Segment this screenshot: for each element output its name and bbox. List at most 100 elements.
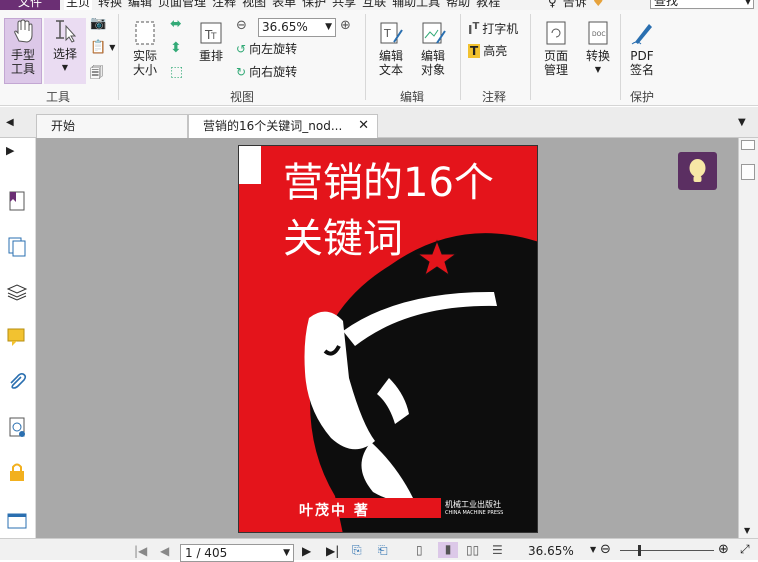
snapshot-button[interactable]: 📷	[90, 16, 106, 31]
bookmark-icon[interactable]	[6, 190, 28, 212]
search-input[interactable]: 查找 ▼	[650, 0, 754, 9]
paperclip-icon[interactable]	[6, 371, 28, 393]
single-page-icon[interactable]: ▯	[416, 543, 423, 557]
menu-comment[interactable]: 注释	[212, 0, 236, 10]
menu-help[interactable]: 帮助	[446, 0, 470, 10]
tab-document[interactable]: 营销的16个关键词_nod... ✕	[188, 114, 378, 138]
fit-width-button[interactable]: ⬍	[170, 40, 182, 56]
insert-page-icon[interactable]: ⎗	[378, 543, 388, 558]
search-placeholder: 查找	[654, 0, 679, 8]
status-zoom-value[interactable]: 36.65%	[528, 544, 574, 558]
hint-button[interactable]	[678, 152, 717, 190]
page-number-input[interactable]: 1 / 405 ▼	[180, 544, 294, 562]
edit-text-label: 编辑 文本	[378, 49, 403, 77]
hand-tool-button[interactable]: 手型 工具	[4, 18, 42, 84]
zoom-slider[interactable]	[620, 545, 714, 556]
continuous-facing-icon[interactable]: ☰	[492, 543, 503, 557]
zoom-out-icon[interactable]: ⊖	[600, 542, 611, 557]
fullscreen-icon[interactable]: ⤢	[740, 542, 750, 557]
last-page-icon[interactable]: ▶|	[326, 544, 339, 558]
zoom-in-icon[interactable]: ⊕	[718, 542, 729, 557]
fit-visible-button[interactable]: ⬚	[170, 64, 183, 80]
pdf-sign-label: PDF 签名	[629, 49, 654, 77]
layers-icon[interactable]	[6, 281, 28, 303]
zoom-out-button[interactable]: ⊖	[236, 18, 247, 33]
tell-me[interactable]: 告诉	[563, 0, 587, 10]
menu-share[interactable]: 共享	[332, 0, 356, 10]
next-page-icon[interactable]: ▶	[302, 544, 311, 558]
edit-text-button[interactable]: T 编辑 文本	[374, 20, 408, 77]
select-tool-label: 选择	[52, 47, 77, 61]
reflow-button[interactable]: TT 重排	[196, 20, 226, 63]
pdf-sign-button[interactable]: PDF 签名	[624, 20, 660, 77]
tab-scroll-left[interactable]: ◀	[6, 117, 14, 128]
zoom-in-button[interactable]: ⊕	[340, 18, 351, 33]
convert-button[interactable]: DOC 转换 ▼	[580, 20, 616, 77]
rotate-right-button[interactable]: ↻ 向右旋转	[236, 63, 297, 80]
highlight-button[interactable]: T 高亮	[468, 42, 507, 59]
menu-right: ♀ 告诉 ♥	[548, 0, 604, 10]
reflow-label: 重排	[198, 49, 223, 63]
select-tool-button[interactable]: 选择 ▼	[44, 18, 86, 84]
prev-page-icon[interactable]: ◀	[160, 544, 169, 558]
cover-author: 叶茂中 著	[299, 503, 370, 519]
first-page-icon[interactable]: |◀	[134, 544, 147, 558]
rotate-right-icon: ↻	[236, 64, 247, 79]
highlight-label: 高亮	[483, 44, 508, 58]
actual-size-label: 实际 大小	[132, 49, 157, 77]
edit-text-icon: T	[380, 22, 403, 44]
fit-visible-icon: ⬚	[170, 64, 184, 80]
lock-icon[interactable]	[6, 461, 28, 483]
pages-icon[interactable]	[6, 236, 28, 258]
scroll-thumb[interactable]	[741, 164, 755, 180]
signature-icon[interactable]	[6, 416, 28, 438]
menu-home[interactable]: 主页	[64, 0, 93, 10]
typewriter-button[interactable]: IT 打字机	[468, 20, 518, 37]
rotate-left-button[interactable]: ↺ 向左旋转	[236, 40, 297, 57]
page-manage-icon	[546, 21, 566, 45]
edit-object-button[interactable]: 编辑 对象	[414, 20, 452, 77]
menu-page-management[interactable]: 页面管理	[158, 0, 206, 10]
pen-icon	[631, 24, 652, 45]
page-management-button[interactable]: 页面 管理	[536, 20, 576, 77]
menu-form[interactable]: 表单	[272, 0, 296, 10]
menu-edit[interactable]: 编辑	[128, 0, 152, 10]
menu-protect[interactable]: 保护	[302, 0, 326, 10]
menu-view[interactable]: 视图	[242, 0, 266, 10]
menu-tutorial[interactable]: 教程	[476, 0, 500, 10]
actual-size-button[interactable]: 实际 大小	[128, 20, 162, 77]
close-icon[interactable]: ✕	[358, 115, 369, 137]
pdf-page[interactable]: 营销的16个 关键词 叶茂中 著 机械工业出版社 CHINA MACHINE P…	[238, 145, 538, 533]
scroll-up-icon[interactable]	[741, 140, 755, 150]
stamp-button[interactable]: 🗐	[90, 64, 103, 86]
convert-icon: DOC	[588, 21, 608, 45]
vertical-scrollbar[interactable]: ▼	[738, 138, 758, 538]
menu-accessibility[interactable]: 辅助工具	[392, 0, 440, 10]
menu-connect[interactable]: 互联	[362, 0, 386, 10]
rotate-left-label: 向左旋转	[249, 42, 298, 56]
heart-icon[interactable]: ♥	[593, 0, 604, 10]
continuous-page-icon[interactable]: ▮	[438, 542, 458, 558]
facing-page-icon[interactable]: ▯▯	[466, 543, 479, 557]
expand-panel-icon[interactable]: ▶	[6, 144, 28, 166]
tab-start[interactable]: 开始	[36, 114, 188, 138]
zoom-select[interactable]: 36.65% ▼	[258, 18, 336, 37]
file-menu-button[interactable]: 文件	[0, 0, 60, 10]
chevron-down-icon: ▼	[325, 22, 332, 32]
ribbon: 手型 工具 选择 ▼ 📷 📋 ▼ 🗐 工具 实际 大小 ⬌ ⬍ ⬚ TT 重排 ⊖…	[0, 10, 758, 106]
menu-convert[interactable]: 转换	[98, 0, 122, 10]
form-icon[interactable]	[6, 510, 28, 532]
document-tabs: ◀ 开始 营销的16个关键词_nod... ✕ ▼	[0, 107, 758, 138]
chevron-down-icon[interactable]: ▼	[590, 545, 596, 554]
scroll-down-icon[interactable]: ▼	[744, 526, 750, 535]
rotate-right-label: 向右旋转	[249, 65, 298, 79]
svg-text:T: T	[383, 27, 391, 40]
extract-page-icon[interactable]: ⎘	[352, 543, 362, 558]
tab-start-label: 开始	[51, 119, 76, 133]
reflow-icon: TT	[200, 22, 222, 44]
comments-icon[interactable]	[6, 326, 28, 348]
clipboard-button[interactable]: 📋 ▼	[90, 40, 115, 55]
tab-list-button[interactable]: ▼	[738, 117, 746, 128]
fit-page-button[interactable]: ⬌	[170, 16, 182, 32]
zoom-slider-thumb[interactable]	[638, 545, 641, 556]
